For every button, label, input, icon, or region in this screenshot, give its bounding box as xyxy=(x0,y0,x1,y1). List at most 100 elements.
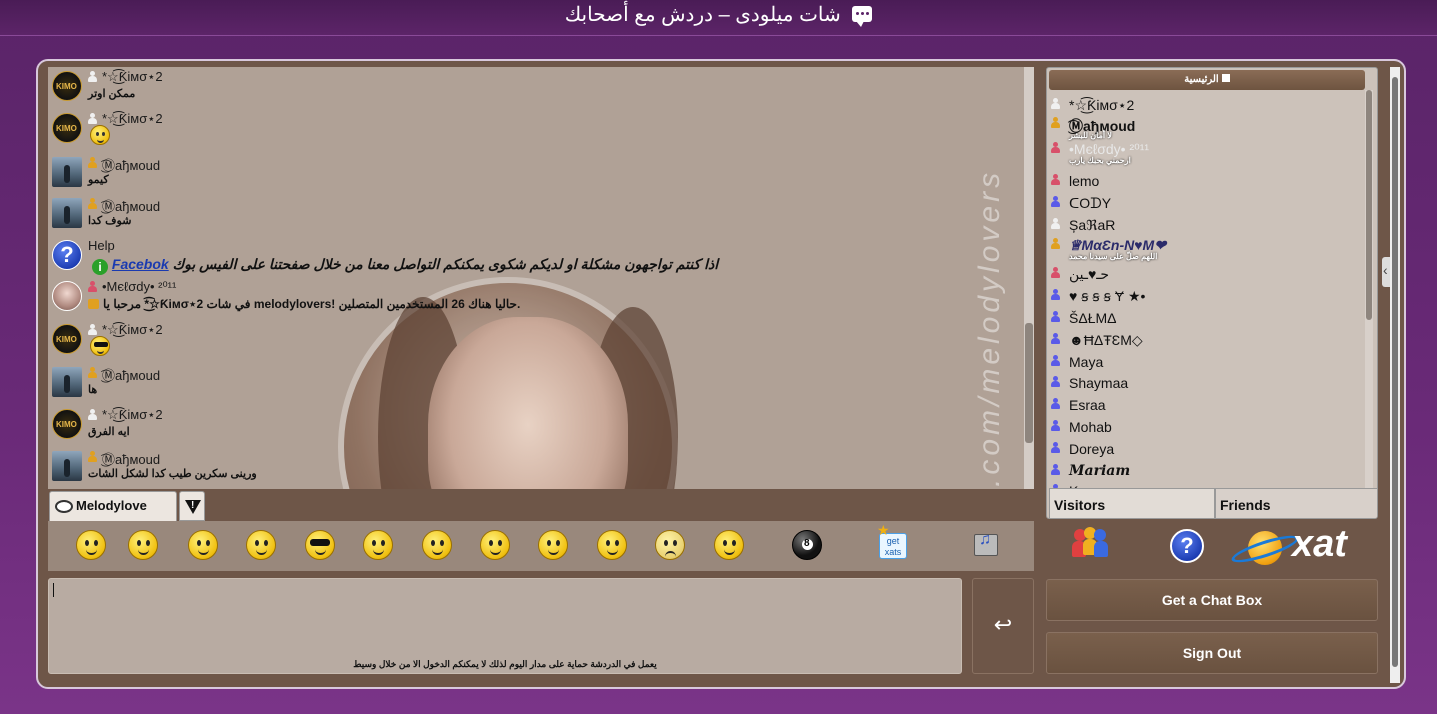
page-scrollbar-thumb[interactable] xyxy=(1392,77,1398,667)
user-list-item[interactable]: lemo xyxy=(1051,170,1351,191)
collapse-handle[interactable] xyxy=(1382,257,1390,287)
help-icon[interactable]: ? xyxy=(1170,529,1204,563)
user-list-item[interactable]: Doreya xyxy=(1051,438,1351,459)
info-icon: i xyxy=(92,259,108,275)
user-name: ☻ĦΔŦƐΜ◇ xyxy=(1069,332,1143,348)
user-name: Maya xyxy=(1069,354,1104,370)
user-list-item[interactable]: ♕MαƐn-N♥M❤ اللهم صلّ على سيدنا محمد xyxy=(1051,234,1351,261)
user-avatar[interactable] xyxy=(52,198,82,228)
chat-messages-area[interactable]: .com/melodylovers KIMO *☆͜͡Ƙімσ⋆2 ممكن ا… xyxy=(48,67,1034,489)
message-username[interactable]: Help xyxy=(88,238,115,253)
facepalm-smiley-icon[interactable] xyxy=(480,530,510,560)
user-status: ارحمني بحبك يارب xyxy=(1069,156,1131,165)
message-username[interactable]: ͜͡Ⓜaђмoud xyxy=(102,449,160,468)
warning-toggle-button[interactable] xyxy=(179,491,205,521)
user-list-item[interactable]: ☻ĦΔŦƐΜ◇ xyxy=(1051,329,1351,350)
xat-logo[interactable]: xat xyxy=(1229,523,1360,569)
page-scrollbar[interactable] xyxy=(1390,67,1400,683)
user-list-scrollbar-thumb[interactable] xyxy=(1366,90,1372,320)
message-input[interactable]: يعمل في الدردشة حماية على مدار اليوم لذل… xyxy=(48,578,962,674)
tab-main-chat[interactable]: Melodylove xyxy=(49,491,177,521)
people-icon[interactable] xyxy=(1072,527,1108,561)
message-text: ممكن اوتر xyxy=(88,88,136,100)
user-list-item[interactable]: ȘaℜaR xyxy=(1051,214,1351,235)
user-avatar[interactable] xyxy=(52,367,82,397)
user-name: حـ♥ـين xyxy=(1069,266,1110,282)
pawn-rank-icon xyxy=(1051,142,1060,153)
pawn-rank-icon xyxy=(1051,311,1060,322)
pawn-rank-icon xyxy=(1051,267,1060,278)
blush-smiley-icon[interactable] xyxy=(246,530,276,560)
message-username[interactable]: ͜͡Ⓜaђмoud xyxy=(102,155,160,174)
user-list-item[interactable]: Shaymaa xyxy=(1051,372,1351,393)
message-username[interactable]: *☆͜͡Ƙімσ⋆2 xyxy=(102,407,163,423)
pawn-rank-icon xyxy=(1051,355,1060,366)
help-icon[interactable]: ? xyxy=(52,240,82,270)
message-username[interactable]: *☆͜͡Ƙімσ⋆2 xyxy=(102,111,163,127)
user-name: ♥ ꞩ ꞩ ꞩ Ɏ ★• xyxy=(1069,288,1146,304)
pawn-rank-icon xyxy=(88,409,97,420)
sidebar: الرئيسية *☆͜͡Ƙімσ⋆2 ͜͡Ⓜaђмoud لا أمان للب… xyxy=(1044,65,1378,687)
user-avatar[interactable] xyxy=(52,281,82,311)
pawn-rank-icon xyxy=(1051,442,1060,453)
chat-bubble-icon xyxy=(852,6,873,27)
user-list-item[interactable]: Esraa xyxy=(1051,394,1351,415)
user-list-item[interactable]: •Mєℓσdу• ²⁰¹¹ ارحمني بحبك يارب xyxy=(1051,138,1351,165)
message-username[interactable]: •Mєℓσdу• ²⁰¹¹ xyxy=(102,279,176,295)
send-button[interactable]: ↩ xyxy=(972,578,1034,674)
user-list-item[interactable]: ͜͡Ⓜaђмoud لا أمان للبشر xyxy=(1051,113,1351,140)
user-avatar[interactable]: KIMO xyxy=(52,409,82,439)
facebook-link[interactable]: Facebok xyxy=(112,256,169,272)
user-list-item[interactable]: ᑕOᗪY xyxy=(1051,192,1351,213)
message-username[interactable]: *☆͜͡Ƙімσ⋆2 xyxy=(102,322,163,338)
media-icon[interactable] xyxy=(974,531,998,556)
pawn-rank-icon xyxy=(1051,464,1060,475)
user-avatar[interactable]: KIMO xyxy=(52,113,82,143)
crazy-smiley-icon[interactable] xyxy=(714,530,744,560)
message-row: KIMO *☆͜͡Ƙімσ⋆2 xyxy=(52,111,952,151)
welcome-message-text: مرحبا يا *☆͜͡Ƙімσ⋆2 في شات melodylovers!… xyxy=(103,297,521,311)
user-avatar[interactable]: KIMO xyxy=(52,71,82,101)
8-ball-icon[interactable] xyxy=(792,530,822,560)
clap-smiley-icon[interactable] xyxy=(76,530,106,560)
message-text: ورينى سكرين طيب كدا لشكل الشات xyxy=(88,468,257,480)
wide-eyed-smiley-icon[interactable] xyxy=(597,530,627,560)
roll-eyes-smiley-icon[interactable] xyxy=(363,530,393,560)
user-list-scrollbar[interactable] xyxy=(1365,90,1373,490)
sad-smiley-icon[interactable] xyxy=(655,530,685,560)
user-avatar[interactable]: KIMO xyxy=(52,324,82,354)
cool-smiley-icon[interactable] xyxy=(305,530,335,560)
user-list-item[interactable]: ♥ ꞩ ꞩ ꞩ Ɏ ★• xyxy=(1051,285,1351,306)
user-avatar[interactable] xyxy=(52,451,82,481)
grin-smiley-icon[interactable] xyxy=(128,530,158,560)
chat-scrollbar-thumb[interactable] xyxy=(1025,323,1033,443)
user-list-header[interactable]: الرئيسية xyxy=(1049,70,1365,90)
user-avatar[interactable] xyxy=(52,157,82,187)
sign-out-button[interactable]: Sign Out xyxy=(1046,632,1378,674)
chat-scrollbar[interactable] xyxy=(1024,67,1034,489)
get-xats-button[interactable]: get xats xyxy=(877,525,907,559)
pawn-rank-icon xyxy=(1051,289,1060,300)
tab-friends[interactable]: Friends xyxy=(1215,488,1377,518)
pawn-rank-icon xyxy=(88,113,97,124)
user-status: اللهم صلّ على سيدنا محمد xyxy=(1069,252,1158,261)
user-list-item[interactable]: Mohab xyxy=(1051,416,1351,437)
message-username[interactable]: ͜͡Ⓜaђмoud xyxy=(102,196,160,215)
user-list-item[interactable]: *☆͜͡Ƙімσ⋆2 xyxy=(1051,94,1351,115)
smiley-bar: get xats xyxy=(48,521,1034,571)
surprised-smiley-icon[interactable] xyxy=(188,530,218,560)
tab-visitors[interactable]: Visitors xyxy=(1049,488,1215,518)
yawn-smiley-icon[interactable] xyxy=(422,530,452,560)
user-list-item[interactable]: 𝑴𝒂𝒓𝒊𝒂𝒎 xyxy=(1051,460,1351,481)
user-list-item[interactable]: حـ♥ـين xyxy=(1051,263,1351,284)
pawn-rank-icon xyxy=(88,367,97,378)
message-username[interactable]: *☆͜͡Ƙімσ⋆2 xyxy=(102,69,163,85)
user-list-item[interactable]: Maya xyxy=(1051,351,1351,372)
message-username[interactable]: ͜͡Ⓜaђмoud xyxy=(102,365,160,384)
pawn-rank-icon xyxy=(88,281,97,292)
get-chat-box-button[interactable]: Get a Chat Box xyxy=(1046,579,1378,621)
user-name: ȘaℜaR xyxy=(1069,217,1116,233)
message-row: ͜͡Ⓜaђмoud ورينى سكرين طيب كدا لشكل الشات xyxy=(52,449,952,489)
think-smiley-icon[interactable] xyxy=(538,530,568,560)
user-list-item[interactable]: ŠΔŁMΔ xyxy=(1051,307,1351,328)
